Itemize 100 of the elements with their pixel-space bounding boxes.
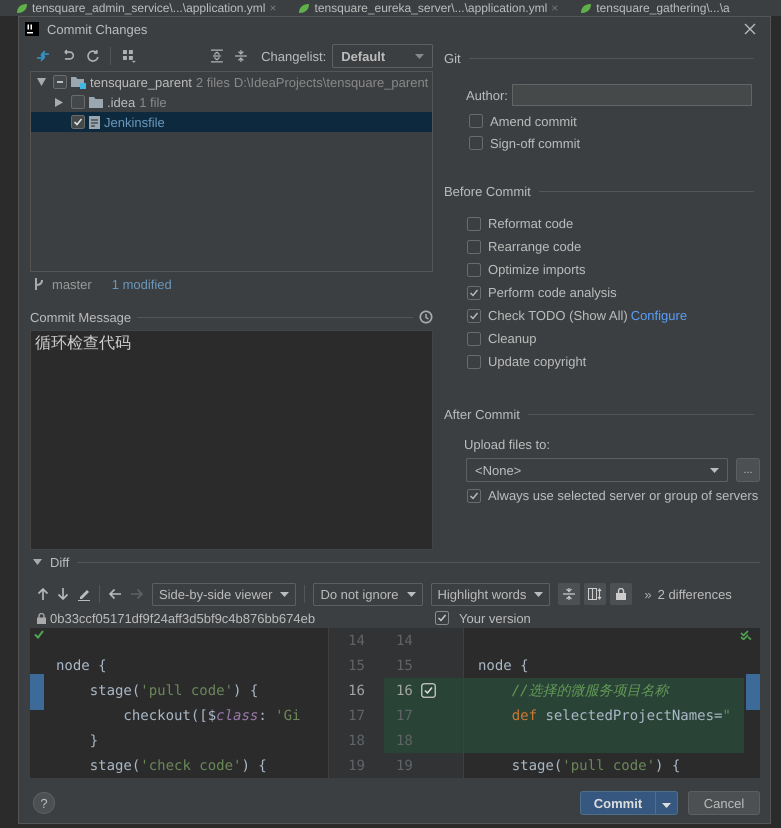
sync-scroll-button[interactable] (584, 583, 606, 605)
caret-icon (534, 592, 544, 596)
line-number: 16 (396, 682, 413, 698)
checkbox[interactable] (53, 75, 67, 89)
commit-options-button[interactable] (656, 791, 678, 815)
code-line: stage('check code') { (88, 756, 268, 776)
file-count: 1 file (139, 94, 167, 110)
expand-all-icon[interactable] (210, 49, 224, 63)
history-clock-icon[interactable] (419, 310, 433, 324)
window-title: Commit Changes (47, 22, 148, 36)
section-title: Before Commit (444, 184, 531, 198)
file-count: 2 files (196, 74, 230, 90)
tree-row[interactable]: .idea 1 file (31, 92, 432, 112)
author-field[interactable] (512, 84, 752, 106)
editor-tab[interactable]: tensquare_gathering\...\a (596, 1, 730, 15)
refresh-icon[interactable] (86, 49, 100, 63)
cancel-button[interactable]: Cancel (688, 791, 760, 815)
caret-icon (406, 592, 416, 596)
upload-label: Upload files to: (464, 437, 551, 452)
changelist-dropdown[interactable]: Default (332, 44, 434, 68)
help-button[interactable]: ? (33, 792, 55, 814)
arrow-down-icon[interactable] (57, 587, 69, 601)
editor-tab[interactable]: tensquare_admin_service\...\application.yml (32, 1, 266, 15)
caret-icon (662, 802, 671, 808)
tree-item-name: .idea (107, 94, 136, 110)
arrow-left-icon[interactable] (108, 588, 122, 600)
checkbox[interactable] (467, 308, 481, 322)
lock-button[interactable] (610, 583, 632, 605)
highlight-dropdown[interactable]: Highlight words (430, 582, 550, 606)
project-path: D:\IdeaProjects\tensquare_parent (234, 74, 428, 90)
browse-button[interactable]: ... (736, 458, 760, 482)
checkbox-label[interactable]: Perform code analysis (488, 285, 617, 300)
checkbox-label[interactable]: Check TODO (Show All) (488, 308, 628, 323)
checkbox-label[interactable]: Always use selected server or group of servers (488, 488, 758, 503)
more-chevron[interactable]: » (644, 586, 652, 602)
modified-count-link[interactable]: 1 modified (112, 276, 172, 292)
tree-row[interactable]: tensquare_parent 2 files D:\IdeaProjects\tensquare_parent (31, 72, 432, 92)
configure-link[interactable]: Configure (630, 308, 688, 323)
editor-tab[interactable]: tensquare_eureka_server\...\application.yml (314, 1, 548, 15)
lock-icon (37, 612, 46, 624)
caret-icon (710, 468, 719, 472)
code-line: node { (477, 656, 530, 676)
checkbox[interactable] (435, 611, 449, 625)
code-line: stage('pull code') { (88, 682, 260, 700)
collapse-icon (563, 588, 576, 600)
collapse-all-icon[interactable] (234, 49, 248, 63)
checkbox[interactable] (469, 114, 483, 128)
tree-row[interactable]: Jenkinsfile (31, 112, 432, 132)
expanded-arrow-icon[interactable] (33, 559, 42, 565)
checkbox[interactable] (467, 332, 481, 346)
commit-message-field[interactable]: 循环检查代码 (30, 330, 433, 550)
leaf-icon (580, 2, 592, 14)
checkbox-label[interactable]: Sign-off commit (490, 136, 580, 150)
group-by-icon[interactable] (122, 49, 136, 63)
close-icon[interactable] (744, 23, 756, 35)
line-number: 16 (347, 682, 366, 700)
section-title: Commit Message (30, 310, 132, 324)
checkbox[interactable] (467, 240, 481, 254)
checkbox[interactable] (469, 136, 483, 150)
tree-item-name: Jenkinsfile (104, 114, 165, 130)
collapse-unchanged-button[interactable] (558, 583, 580, 605)
edit-icon[interactable] (77, 587, 91, 601)
author-label: Author: (466, 88, 508, 102)
server-dropdown[interactable]: <None> (466, 458, 728, 482)
checkbox[interactable] (467, 488, 481, 502)
checkbox[interactable] (467, 354, 481, 368)
checkbox[interactable] (71, 95, 85, 109)
checkbox[interactable] (71, 115, 85, 129)
version-label: Your version (459, 610, 531, 626)
arrow-up-icon[interactable] (37, 587, 49, 601)
differences-count: 2 differences (658, 586, 732, 602)
ignore-dropdown[interactable]: Do not ignore (313, 582, 422, 606)
branch-name: master (52, 276, 92, 292)
section-title: After Commit (444, 406, 520, 422)
app-logo-icon (25, 22, 39, 36)
leaf-icon (298, 2, 310, 14)
expanded-arrow-icon[interactable] (37, 78, 46, 86)
checkbox[interactable] (467, 262, 481, 276)
checkbox-label[interactable]: Update copyright (488, 354, 586, 369)
columns-icon (588, 588, 602, 600)
checkbox-label[interactable]: Amend commit (490, 114, 577, 128)
checkbox-label[interactable]: Rearrange code (488, 239, 582, 254)
leaf-icon (16, 2, 28, 14)
checkbox[interactable] (467, 216, 481, 230)
commit-button[interactable]: Commit (580, 791, 656, 815)
checkbox-label[interactable]: Cleanup (488, 331, 536, 346)
change-marker (30, 674, 44, 710)
checkbox[interactable] (467, 286, 481, 300)
checkbox-label[interactable]: Reformat code (488, 216, 574, 231)
compare-arrows-icon[interactable] (36, 49, 50, 63)
checkbox-label[interactable]: Optimize imports (488, 262, 586, 277)
change-marker (746, 674, 760, 710)
code-line: checkout([$class: 'Gi (122, 706, 302, 726)
viewer-dropdown[interactable]: Side-by-side viewer (152, 582, 296, 606)
section-title: Diff (50, 554, 70, 570)
caret-icon (280, 592, 290, 596)
caret-icon (415, 54, 424, 58)
collapsed-arrow-icon[interactable] (55, 98, 63, 106)
changelist-label: Changelist: (261, 48, 326, 64)
file-icon (89, 116, 100, 128)
